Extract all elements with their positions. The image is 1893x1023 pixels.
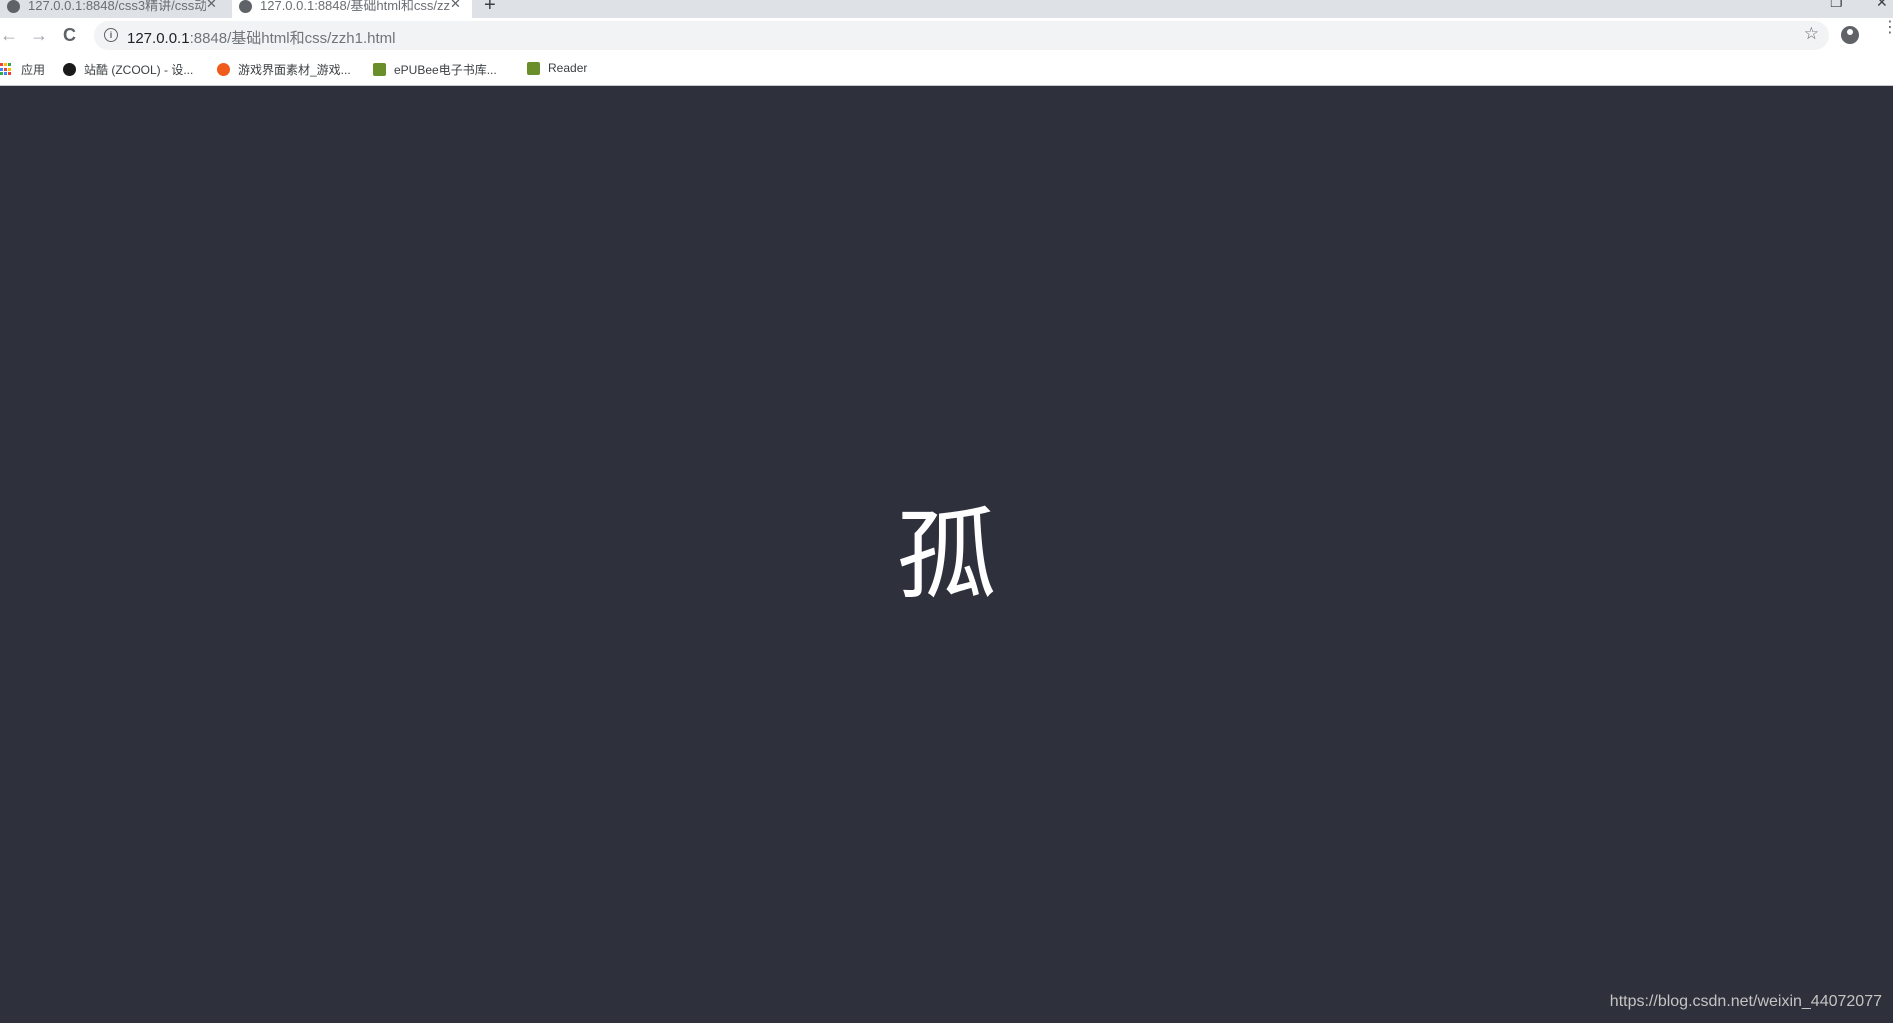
bookmark-zcool[interactable]: 站酷 (ZCOOL) - 设... — [63, 61, 193, 78]
watermark-text: https://blog.csdn.net/weixin_44072077 — [1609, 993, 1882, 1010]
globe-icon — [239, 0, 252, 13]
menu-button[interactable]: ⋮ — [1882, 20, 1893, 36]
epubee-icon — [373, 63, 386, 76]
restore-window-icon[interactable]: ❐ — [1830, 0, 1843, 11]
tab-strip: 127.0.0.1:8848/css3精讲/css动画 ✕ 127.0.0.1:… — [0, 0, 1893, 18]
url-path: :8848/基础html和css/zzh1.html — [189, 30, 396, 47]
url-text[interactable]: 127.0.0.1:8848/基础html和css/zzh1.html — [127, 27, 395, 48]
close-window-icon[interactable]: ✕ — [1876, 0, 1888, 11]
bookmark-star-icon[interactable]: ☆ — [1804, 24, 1819, 44]
bookmark-epubee[interactable]: ePUBee电子书库... — [373, 61, 497, 78]
url-host: 127.0.0.1 — [127, 30, 190, 47]
tab-title: 127.0.0.1:8848/css3精讲/css动画 — [28, 0, 206, 13]
apps-grid-dot — [8, 63, 11, 66]
apps-grid-dot — [0, 72, 3, 76]
reload-button[interactable]: C — [63, 25, 76, 46]
address-bar[interactable]: i 127.0.0.1:8848/基础html和css/zzh1.html ☆ — [94, 21, 1829, 50]
swirl-icon — [217, 63, 230, 76]
apps-grid-dot — [8, 67, 11, 71]
apps-grid-dot — [4, 63, 7, 66]
browser-toolbar: ← → C i 127.0.0.1:8848/基础html和css/zzh1.h… — [0, 18, 1893, 53]
centered-character: 孤 — [896, 497, 997, 614]
apps-grid-dot — [4, 67, 7, 71]
close-tab-icon[interactable]: ✕ — [450, 0, 464, 12]
bookmark-game-assets[interactable]: 游戏界面素材_游戏... — [217, 61, 351, 78]
bookmark-label: ePUBee电子书库... — [394, 63, 497, 77]
profile-avatar-icon[interactable] — [1841, 26, 1859, 44]
tab-title: 127.0.0.1:8848/基础html和css/zzh1.html — [260, 0, 450, 13]
bookmark-label: 游戏界面素材_游戏... — [238, 63, 351, 77]
tab-1[interactable]: 127.0.0.1:8848/css3精讲/css动画 ✕ — [0, 0, 228, 18]
bookmark-apps[interactable]: 应用 — [0, 61, 45, 78]
bookmark-label: 站酷 (ZCOOL) - 设... — [84, 63, 194, 77]
bookmark-reader[interactable]: Reader — [527, 61, 587, 75]
apps-grid-icon — [0, 63, 13, 76]
apps-grid-dot — [8, 72, 11, 76]
bookmark-label: 应用 — [21, 63, 46, 77]
tab-2[interactable]: 127.0.0.1:8848/基础html和css/zzh1.html ✕ — [232, 0, 472, 18]
new-tab-button[interactable]: + — [484, 0, 496, 17]
zcool-icon — [63, 63, 76, 76]
bookmarks-bar: 应用 站酷 (ZCOOL) - 设... 游戏界面素材_游戏... ePUBee… — [0, 53, 1893, 86]
close-tab-icon[interactable]: ✕ — [206, 0, 220, 12]
page-content: 孤 https://blog.csdn.net/weixin_44072077 — [0, 86, 1893, 1023]
apps-grid-dot — [0, 67, 3, 71]
forward-button[interactable]: → — [30, 25, 48, 46]
bookmark-label: Reader — [548, 61, 588, 75]
apps-grid-dot — [0, 63, 3, 66]
apps-grid-dot — [4, 72, 7, 76]
info-icon[interactable]: i — [104, 28, 118, 42]
epubee-icon — [527, 61, 540, 75]
globe-icon — [7, 0, 20, 13]
back-button[interactable]: ← — [0, 25, 18, 46]
